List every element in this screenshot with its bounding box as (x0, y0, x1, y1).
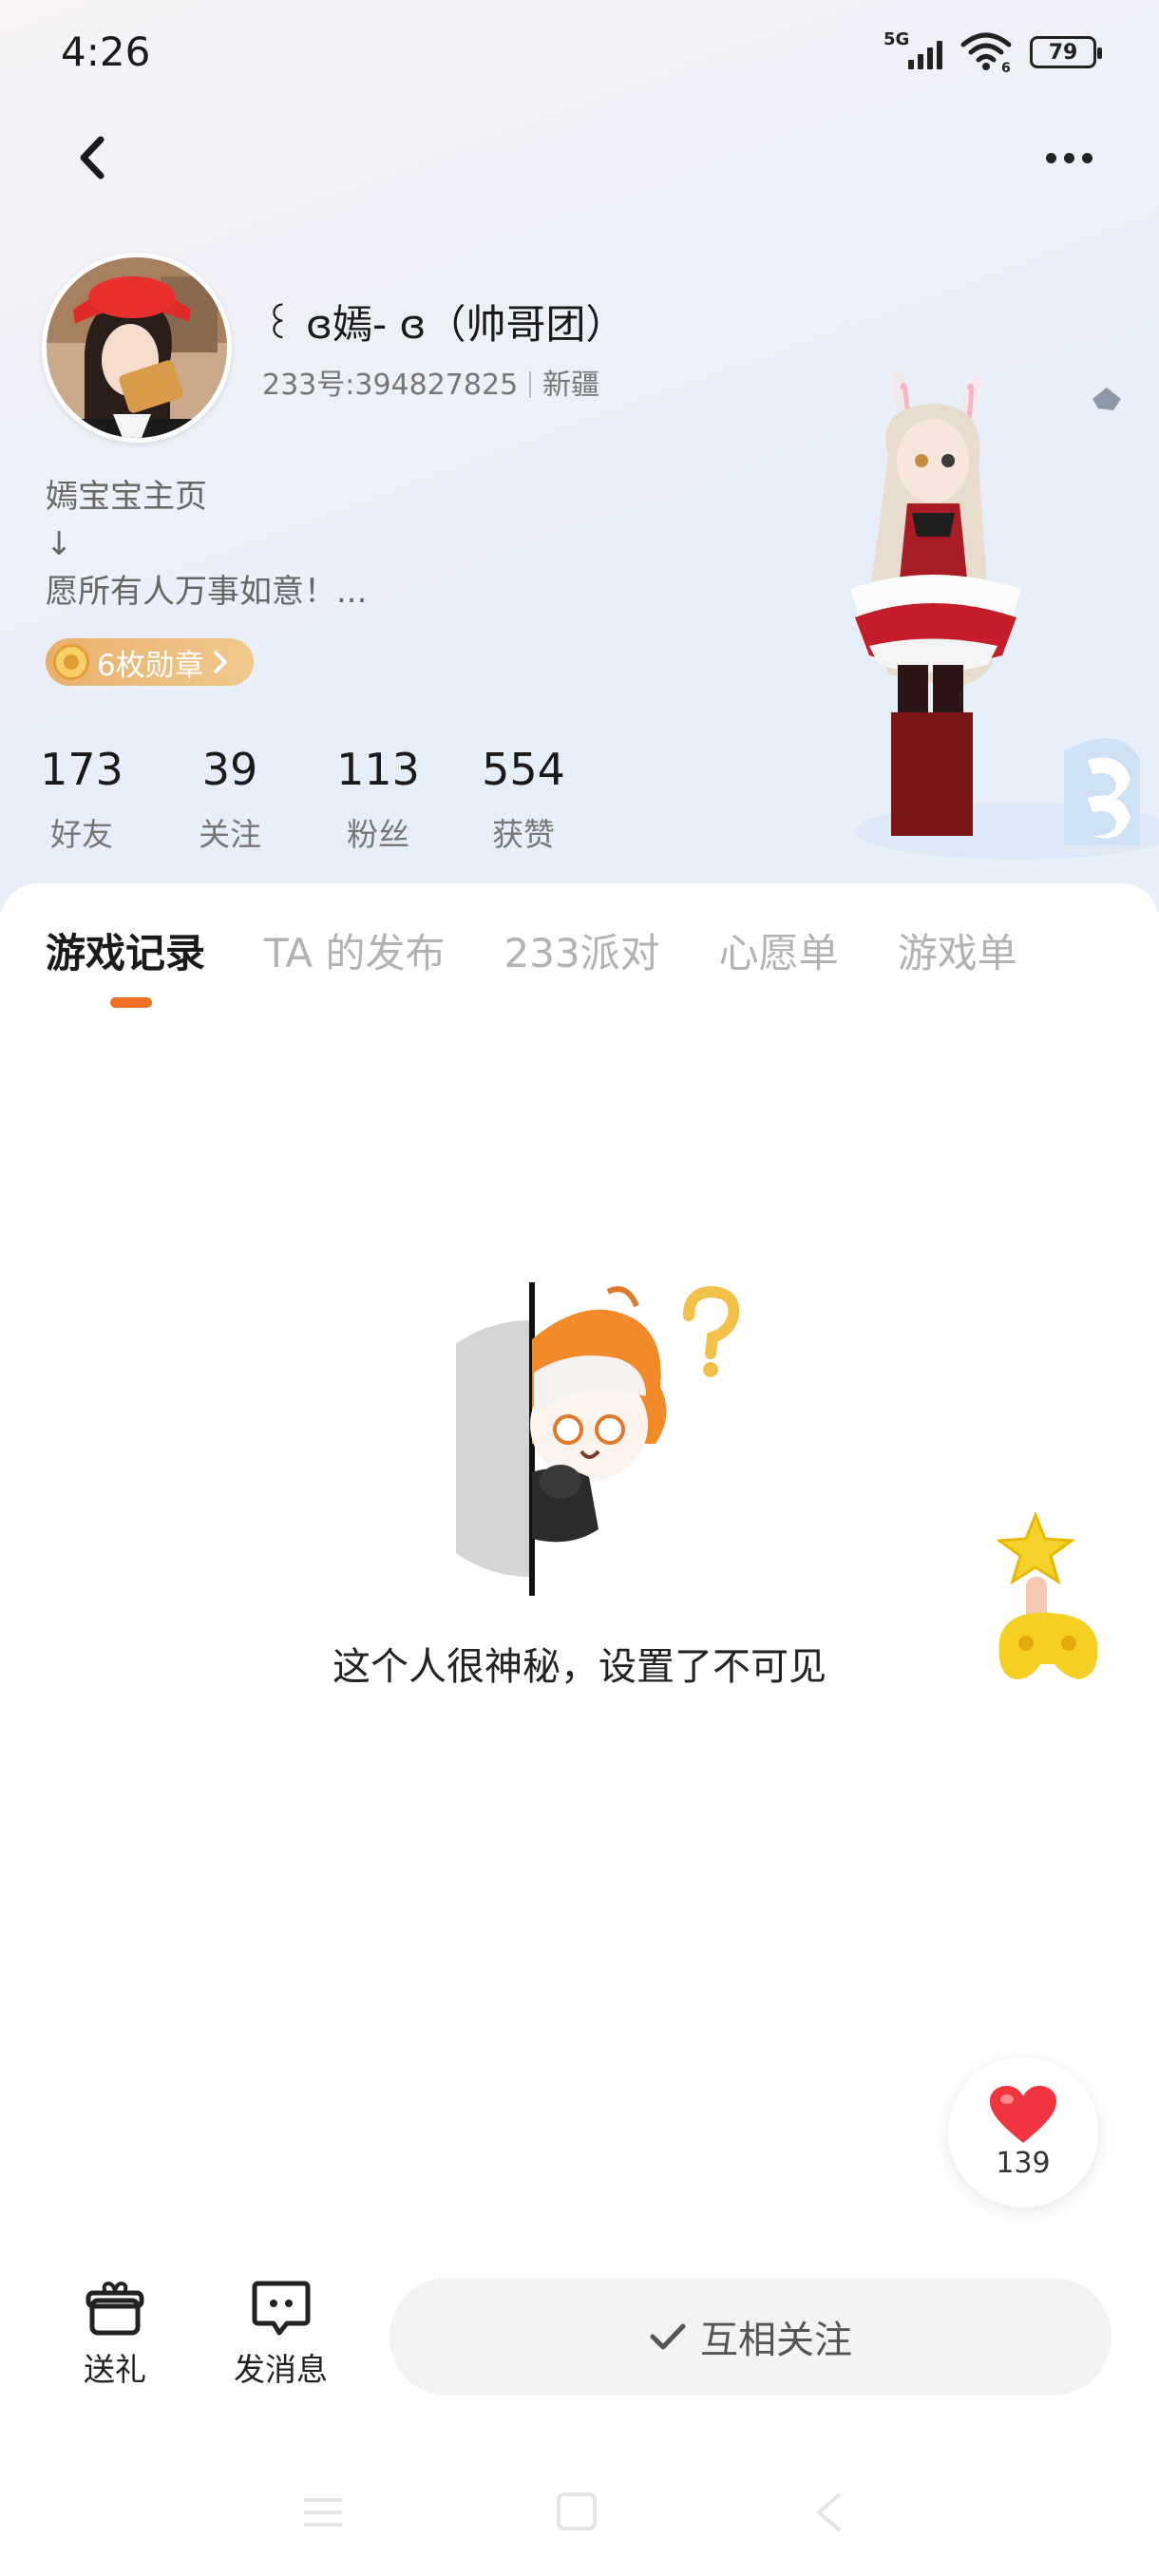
gift-button[interactable]: 送礼 (84, 2278, 146, 2390)
message-button[interactable]: 发消息 (234, 2278, 328, 2390)
wifi-label: 6 (1001, 61, 1011, 73)
follow-label: 互相关注 (700, 2319, 852, 2362)
chevron-right-icon (213, 651, 227, 673)
tab-wishlist[interactable]: 心愿单 (719, 921, 839, 979)
system-back-icon (815, 2492, 842, 2532)
chat-bubble-icon (252, 2281, 310, 2336)
like-count: 139 (996, 2146, 1051, 2180)
active-tab-indicator (110, 997, 152, 1008)
back-button[interactable] (66, 131, 120, 184)
stat-value: 173 (40, 744, 124, 795)
medal-icon (53, 644, 89, 680)
avatar-photo (47, 257, 227, 438)
character-avatar-image[interactable] (779, 351, 1159, 883)
tab-posts[interactable]: TA 的发布 (264, 921, 445, 979)
more-dot-icon (1081, 152, 1092, 163)
stat-label: 关注 (199, 816, 261, 853)
battery-level: 79 (1048, 40, 1078, 65)
floating-game-entry-icon[interactable] (998, 1510, 1102, 1700)
gift-label: 送礼 (84, 2351, 146, 2388)
bio-line: 愿所有人万事如意！... (46, 573, 368, 611)
tab-game-list[interactable]: 游戏单 (898, 921, 1017, 979)
profile-nickname: ꒰ ɞ嫣- ɞ（帅哥团） (262, 301, 626, 348)
stat-friends[interactable]: 173 好友 (40, 743, 124, 855)
empty-state-message: 这个人很神秘，设置了不可见 (332, 1645, 826, 1689)
bio-line: ↓ (46, 525, 73, 563)
status-time: 4:26 (61, 28, 151, 75)
stat-value: 39 (201, 744, 258, 795)
stat-label: 好友 (50, 816, 113, 853)
tab-233-party[interactable]: 233派对 (504, 921, 660, 979)
recent-apps-icon (304, 2498, 342, 2527)
profile-stats: 173 好友 39 关注 113 粉丝 554 获赞 (40, 743, 566, 855)
gift-icon (86, 2281, 144, 2336)
stat-value: 554 (482, 744, 565, 795)
wifi-icon: 6 (960, 32, 1012, 73)
stat-value: 113 (336, 744, 420, 795)
like-button[interactable]: 139 (948, 2057, 1098, 2207)
bio-line: 嫣宝宝主页 (46, 478, 207, 516)
mysterious-character-illustration (456, 1282, 740, 1596)
message-label: 发消息 (234, 2351, 328, 2388)
checkmark-icon (650, 2323, 686, 2350)
network-type-label: 5G (884, 29, 910, 49)
profile-region: 新疆 (542, 369, 600, 402)
profile-uid: 233号:394827825 (262, 369, 519, 402)
status-icons: 5G 6 79 (884, 28, 1102, 76)
stat-fans[interactable]: 113 粉丝 (336, 743, 420, 855)
chevron-left-icon (80, 136, 104, 180)
stat-following[interactable]: 39 关注 (194, 743, 266, 855)
system-navigation-bar (304, 2492, 842, 2532)
more-dot-icon (1063, 152, 1074, 163)
medals-label: 6枚勋章 (97, 648, 204, 683)
profile-bio: 嫣宝宝主页 ↓ 愿所有人万事如意！... (46, 473, 367, 616)
battery-indicator: 79 (1030, 36, 1102, 68)
profile-uid-line: 233号:394827825 新疆 (262, 361, 599, 403)
more-options-button[interactable] (1036, 131, 1102, 184)
home-icon (557, 2492, 597, 2530)
status-bar: 4:26 5G 6 79 (0, 0, 1159, 104)
medals-button[interactable]: 6枚勋章 (46, 638, 254, 686)
avatar[interactable] (42, 253, 232, 443)
stat-label: 获赞 (492, 816, 555, 853)
more-dot-icon (1045, 152, 1056, 163)
mutual-follow-button[interactable]: 互相关注 (390, 2278, 1112, 2396)
heart-icon (990, 2085, 1056, 2143)
stat-label: 粉丝 (347, 816, 409, 853)
tab-game-records[interactable]: 游戏记录 (46, 921, 205, 979)
divider (529, 371, 532, 398)
profile-tabs: 游戏记录 TA 的发布 233派对 心愿单 游戏单 (46, 917, 1076, 983)
stat-likes[interactable]: 554 获赞 (481, 743, 566, 855)
cellular-signal-icon: 5G (884, 29, 942, 69)
